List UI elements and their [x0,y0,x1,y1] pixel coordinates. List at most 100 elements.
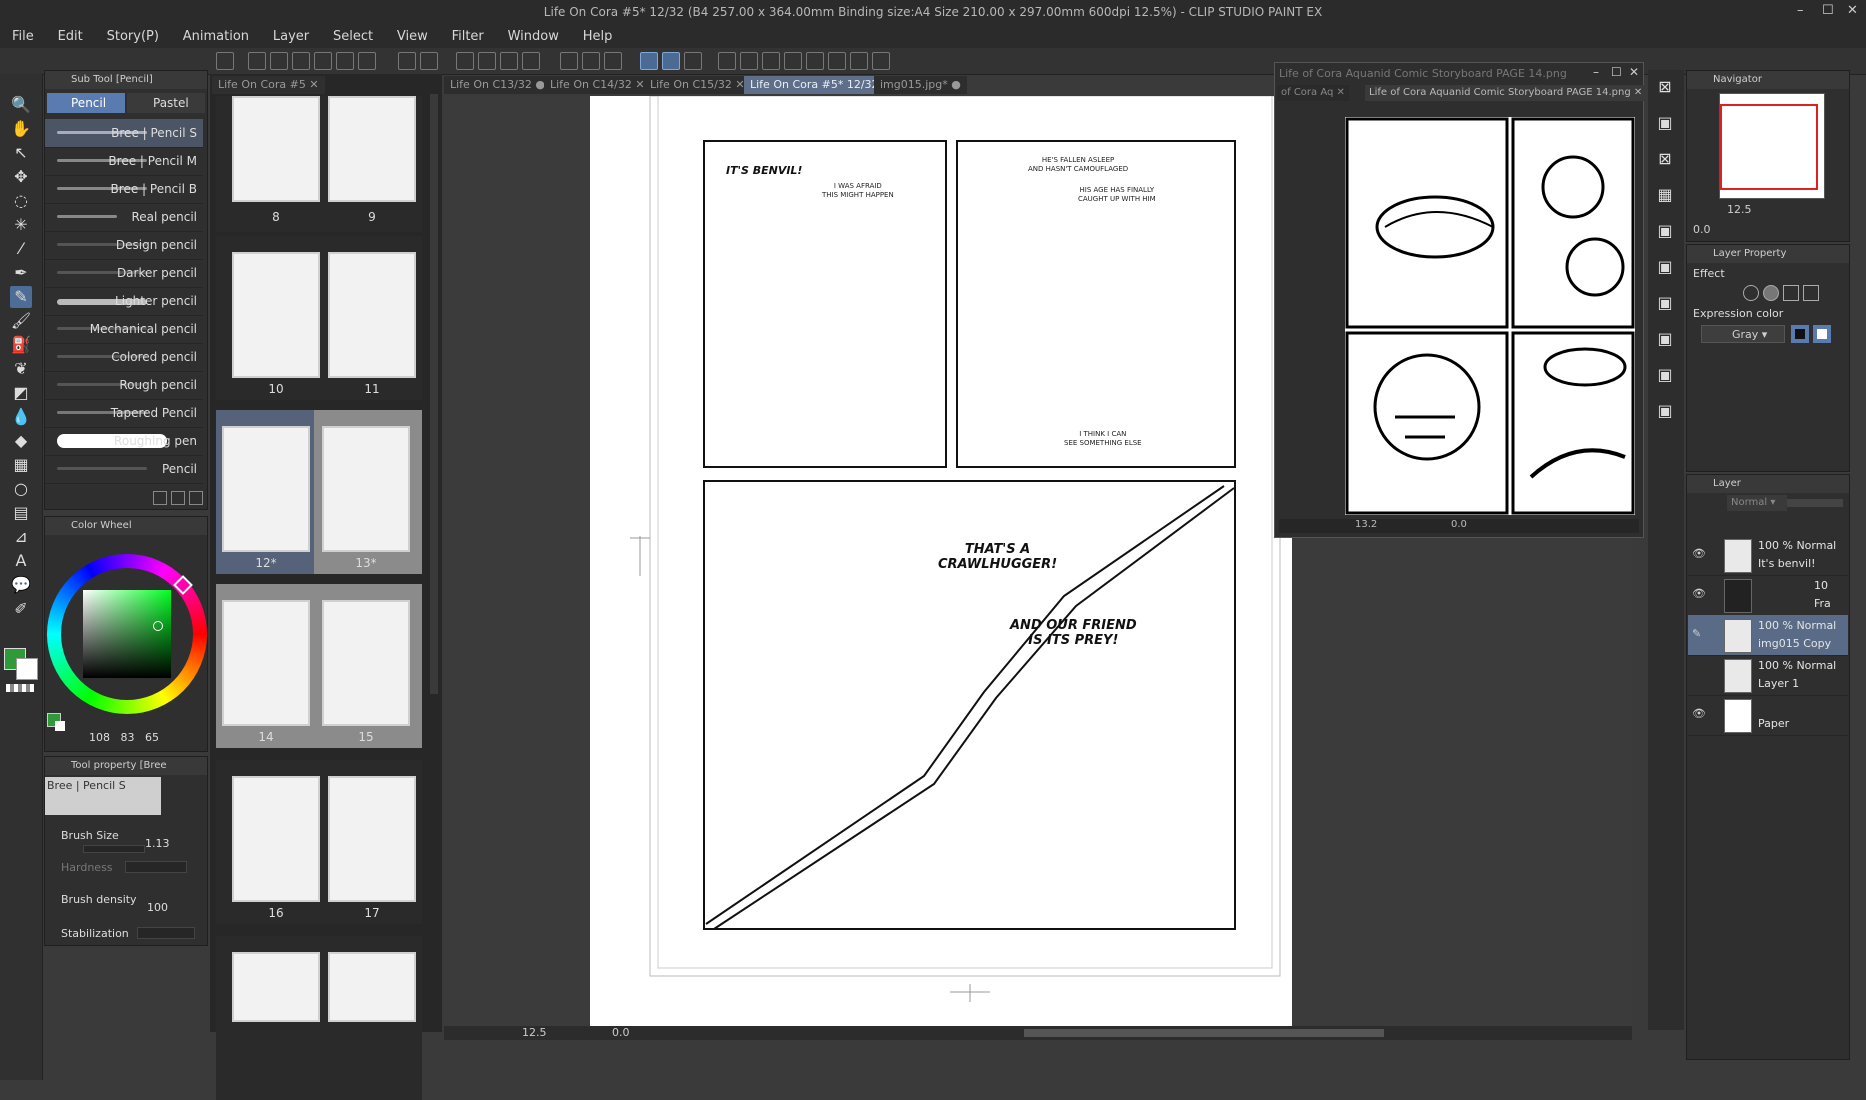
brush-tool-icon[interactable]: 🖌 [10,310,32,332]
ruler-tool-icon[interactable]: ⊿ [10,526,32,548]
perspective-icon[interactable] [604,52,622,70]
material-3d-icon[interactable]: ▣ [1654,220,1676,242]
add-brush-icon[interactable] [153,491,167,505]
brush-density-value[interactable]: 100 [147,901,168,914]
layout-icon[interactable] [828,52,846,70]
sub-view-minimize[interactable]: – [1593,65,1599,79]
brush-item[interactable]: Bree | Pencil M [45,147,203,176]
navigator-angle[interactable]: 0.0 [1693,223,1711,236]
move-tool-icon[interactable]: ✥ [10,166,32,188]
ruler-icon[interactable] [560,52,578,70]
page-thumbnail[interactable] [232,96,320,202]
menu-window[interactable]: Window [496,24,567,44]
page-thumbnail[interactable] [328,96,416,202]
layer-color-white[interactable] [1813,325,1831,343]
mini-sub-color[interactable] [55,721,65,731]
brush-size-value[interactable]: 1.13 [145,837,170,850]
material-brush-icon[interactable]: ▣ [1654,364,1676,386]
page-thumbnail[interactable] [328,952,416,1022]
brush-item[interactable]: Lighter pencil [45,287,203,316]
effect-layer-color-icon[interactable] [1803,285,1819,301]
grid-icon[interactable] [806,52,824,70]
pen-tool-icon[interactable]: ✒ [10,262,32,284]
zoom-in-icon[interactable] [762,52,780,70]
layer-row[interactable]: 👁 100 % Normal It's benvil! [1688,535,1848,576]
open-file-icon[interactable] [270,52,288,70]
page-thumbnail[interactable] [232,952,320,1022]
page-scrollbar[interactable] [430,94,438,694]
sub-view-tab[interactable]: of Cora Aq​ ✕ [1277,85,1349,101]
menu-help[interactable]: Help [571,24,621,44]
brush-item[interactable]: Colored pencil [45,343,203,372]
brush-item[interactable]: Bree | Pencil B [45,175,203,204]
navigator-preview[interactable] [1719,93,1825,199]
export-jpg-icon[interactable] [358,52,376,70]
balloon-icon[interactable]: 💬 [10,574,32,596]
correct-line-icon[interactable]: ✐ [10,598,32,620]
frame-border-icon[interactable]: ▤ [10,502,32,524]
material-download-icon[interactable]: ▣ [1654,256,1676,278]
navigator-viewport-frame[interactable] [1720,104,1818,190]
brush-item[interactable]: Pencil [45,455,203,484]
page-thumbnail[interactable] [322,600,410,726]
brush-preset-preview[interactable]: Bree | Pencil S [45,777,161,815]
auto-select-icon[interactable]: ✳ [10,214,32,236]
material-frame-icon[interactable]: ▣ [1654,292,1676,314]
canvas-angle-value[interactable]: 0.0 [612,1026,630,1039]
delete-brush-icon[interactable] [189,491,203,505]
snap-grid-icon[interactable] [684,52,702,70]
operation-tool-icon[interactable]: ↖ [10,142,32,164]
material-image-icon[interactable]: ▣ [1654,112,1676,134]
brush-item[interactable]: Design pencil [45,231,203,260]
page-thumbnail[interactable] [222,426,310,552]
material-tone-icon[interactable]: ⊠ [1654,148,1676,170]
canvas-h-scrollbar[interactable] [1024,1029,1384,1037]
effect-border-icon[interactable] [1743,285,1759,301]
doc-tab[interactable]: Life On C​15/32 ✕ [644,76,751,94]
eye-icon[interactable]: 👁 [1692,587,1706,600]
sub-view-angle[interactable]: 0.0 [1451,519,1467,530]
brush-item[interactable]: Rough pencil [45,371,203,400]
blend-icon[interactable]: 💧 [10,406,32,428]
fill-tool-icon[interactable]: ◆ [10,430,32,452]
canvas-zoom-value[interactable]: 12.5 [522,1026,547,1039]
ruler-edit-icon[interactable] [582,52,600,70]
3d-icon[interactable] [718,52,736,70]
export-png-icon[interactable] [336,52,354,70]
transparent-color-swatch[interactable] [6,684,34,692]
fill-icon[interactable] [500,52,518,70]
brush-item[interactable]: Tapered Pencil [45,399,203,428]
menu-edit[interactable]: Edit [46,24,91,44]
help-icon[interactable] [740,52,758,70]
redo-icon[interactable] [420,52,438,70]
sub-view-zoom[interactable]: 13.2 [1355,519,1377,530]
material-color-icon[interactable]: ▣ [1654,328,1676,350]
eyedropper-icon[interactable]: ⁄ [10,238,32,260]
tab-pastel[interactable]: Pastel [127,93,205,113]
page-thumbnail[interactable] [322,426,410,552]
eye-icon[interactable]: 👁 [1692,547,1706,560]
sub-view-close[interactable]: ✕ [1629,65,1639,79]
menu-file[interactable]: File [0,24,42,44]
menu-filter[interactable]: Filter [440,24,492,44]
layer-color-black[interactable] [1791,325,1809,343]
material-gradient-icon[interactable]: ▣ [1654,400,1676,422]
sub-color-swatch[interactable] [16,658,38,680]
navigator-zoom[interactable]: 12.5 [1727,203,1752,216]
save-icon[interactable] [292,52,310,70]
page-thumbnail[interactable] [328,776,416,902]
page-icon[interactable] [850,52,868,70]
minimize-button[interactable]: – [1797,3,1804,18]
zoom-out-icon[interactable] [784,52,802,70]
blend-mode-select[interactable]: Normal ▾ [1727,495,1787,511]
table-icon[interactable] [872,52,890,70]
undo-icon[interactable] [398,52,416,70]
doc-tab[interactable]: Life On C​14/32 ✕ [544,76,651,94]
layer-row[interactable]: 👁 10 Fra [1688,575,1848,616]
clip-studio-icon[interactable] [216,52,234,70]
decoration-icon[interactable]: ❦ [10,358,32,380]
layer-row[interactable]: 100 % Normal Layer 1 [1688,655,1848,696]
sv-cursor[interactable] [153,621,163,631]
menu-view[interactable]: View [385,24,436,44]
doc-tab[interactable]: Life On C​13/32 ● [444,76,551,94]
